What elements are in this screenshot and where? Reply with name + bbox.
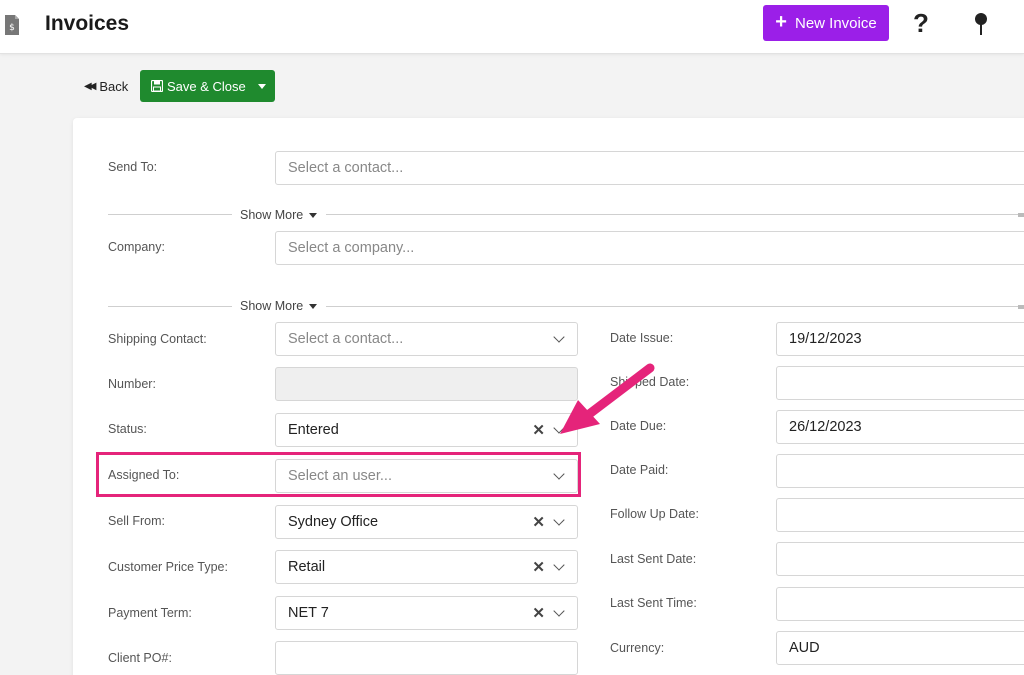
status-value: Entered	[288, 422, 339, 438]
show-more-toggle[interactable]: Show More	[240, 208, 318, 222]
save-close-button[interactable]: Save & Close	[140, 70, 248, 102]
customer-price-type-value: Retail	[288, 559, 326, 575]
date-paid-input[interactable]	[776, 454, 1024, 488]
send-to-label: Send To:	[108, 160, 158, 174]
status-label: Status:	[108, 422, 147, 436]
client-po-label: Client PO#:	[108, 651, 172, 665]
new-invoice-label: New Invoice	[794, 14, 877, 32]
last-sent-date-input[interactable]	[776, 542, 1024, 576]
customer-price-type-label: Customer Price Type:	[108, 560, 228, 574]
date-issue-label: Date Issue:	[610, 331, 674, 345]
close-icon[interactable]: ✕	[532, 604, 545, 622]
divider-line	[108, 214, 232, 215]
payment-term-value: NET 7	[288, 605, 329, 621]
save-close-button-group: Save & Close	[140, 70, 275, 102]
shipping-contact-placeholder: Select a contact...	[288, 331, 404, 347]
send-to-select[interactable]: Select a contact...	[275, 151, 1024, 185]
number-label: Number:	[108, 377, 156, 391]
top-bar: $ Invoices + New Invoice ?	[0, 0, 1024, 54]
date-due-input[interactable]: 26/12/2023	[776, 410, 1024, 444]
last-sent-time-input[interactable]	[776, 587, 1024, 621]
date-paid-label: Date Paid:	[610, 463, 669, 477]
show-more-toggle[interactable]: Show More	[240, 299, 318, 313]
divider-handle	[1018, 305, 1024, 309]
company-select[interactable]: Select a company...	[275, 231, 1024, 265]
sell-from-select[interactable]: Sydney Office ✕	[275, 505, 578, 539]
chevron-down-icon	[553, 605, 565, 617]
caret-down-icon	[309, 212, 318, 218]
divider-line	[108, 306, 232, 307]
save-close-label: Save & Close	[167, 78, 246, 94]
divider-line	[326, 214, 1018, 215]
double-chevron-left-icon: ◀◀	[84, 80, 97, 92]
shipping-contact-label: Shipping Contact:	[108, 332, 207, 346]
payment-term-label: Payment Term:	[108, 606, 192, 620]
plus-icon: +	[775, 11, 787, 33]
currency-label: Currency:	[610, 641, 665, 655]
shipped-date-input[interactable]	[776, 366, 1024, 400]
show-more-label: Show More	[240, 299, 304, 313]
new-invoice-button[interactable]: + New Invoice	[763, 5, 889, 41]
follow-up-date-label: Follow Up Date:	[610, 507, 699, 521]
follow-up-date-input[interactable]	[776, 498, 1024, 532]
shipping-contact-select[interactable]: Select a contact...	[275, 322, 578, 356]
save-options-dropdown[interactable]	[248, 70, 275, 102]
svg-text:$: $	[9, 23, 15, 33]
annotation-arrow-icon	[560, 363, 655, 434]
last-sent-date-label: Last Sent Date:	[610, 552, 697, 566]
sell-from-value: Sydney Office	[288, 514, 379, 530]
company-label: Company:	[108, 240, 165, 254]
back-button[interactable]: ◀◀ Back	[84, 76, 128, 96]
pin-icon[interactable]	[974, 12, 988, 36]
payment-term-select[interactable]: NET 7 ✕	[275, 596, 578, 630]
chevron-down-icon	[553, 331, 565, 343]
divider-line	[326, 306, 1018, 307]
divider-handle	[1018, 213, 1024, 217]
sell-from-label: Sell From:	[108, 514, 165, 528]
show-more-label: Show More	[240, 208, 304, 222]
annotation-highlight-box	[96, 452, 581, 497]
caret-down-icon	[309, 303, 318, 309]
page-title: Invoices	[45, 12, 130, 35]
customer-price-type-select[interactable]: Retail ✕	[275, 550, 578, 584]
close-icon[interactable]: ✕	[532, 513, 545, 531]
chevron-down-icon	[553, 559, 565, 571]
status-select[interactable]: Entered ✕	[275, 413, 578, 447]
floppy-disk-icon	[151, 80, 163, 92]
last-sent-time-label: Last Sent Time:	[610, 596, 697, 610]
number-input	[275, 367, 578, 401]
client-po-input[interactable]	[275, 641, 578, 675]
invoice-document-icon: $	[5, 15, 19, 35]
question-mark-icon[interactable]: ?	[909, 8, 933, 38]
currency-input[interactable]: AUD	[776, 631, 1024, 665]
close-icon[interactable]: ✕	[532, 421, 545, 439]
back-label: Back	[99, 78, 129, 94]
close-icon[interactable]: ✕	[532, 558, 545, 576]
chevron-down-icon	[553, 514, 565, 526]
date-issue-input[interactable]: 19/12/2023	[776, 322, 1024, 356]
